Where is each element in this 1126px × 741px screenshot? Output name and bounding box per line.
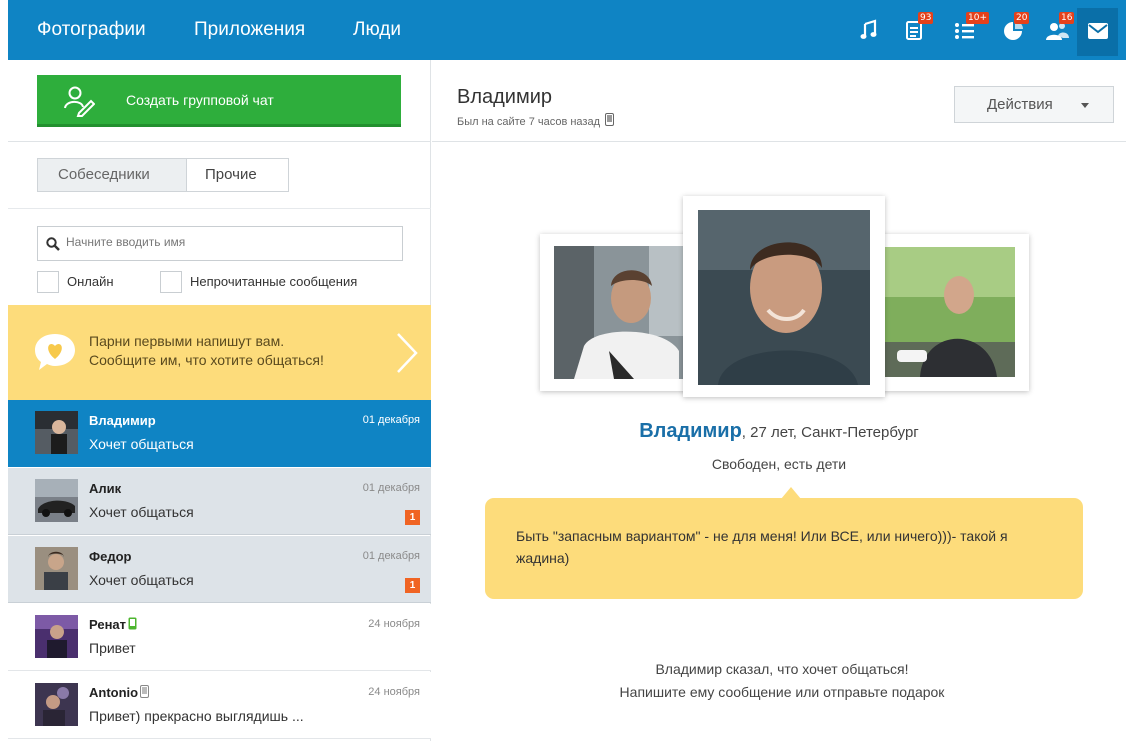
unread-filter-label: Непрочитанные сообщения <box>190 274 358 289</box>
search-icon <box>46 237 60 251</box>
conversation-tabs: Собеседники Прочие <box>37 158 289 192</box>
conversation-row[interactable]: Владимир 01 декабря Хочет общаться <box>8 400 431 467</box>
last-seen-text: Был на сайте 7 часов назад <box>457 113 615 128</box>
profile-photo-left[interactable] <box>540 234 692 391</box>
actions-dropdown[interactable]: Действия <box>954 86 1114 123</box>
feed-badge: 93 <box>918 12 934 24</box>
conversation-date: 24 ноября <box>368 686 420 698</box>
conversation-preview: Привет) прекрасно выглядишь ... <box>89 708 304 724</box>
contact-name: Antonio <box>89 685 150 700</box>
conversation-row[interactable]: Antonio 24 ноября Привет) прекрасно выгл… <box>8 672 431 739</box>
top-navigation-bar: Фотографии Приложения Люди 93 10+ 20 16 <box>8 0 1126 60</box>
contact-name: Федор <box>89 549 132 564</box>
bubble-pointer <box>781 487 801 499</box>
contact-name: Владимир <box>89 413 156 428</box>
create-group-chat-button[interactable]: Создать групповой чат <box>37 75 401 127</box>
online-filter-checkbox[interactable] <box>37 271 59 293</box>
avatar <box>35 479 78 522</box>
chat-header: Владимир Был на сайте 7 часов назад Дейс… <box>432 60 1126 142</box>
conversation-preview: Хочет общаться <box>89 572 194 588</box>
conversation-date: 24 ноября <box>368 618 420 630</box>
messages-nav-button[interactable] <box>1077 8 1118 56</box>
mobile-offline-icon <box>605 113 615 126</box>
conversation-row[interactable]: Алик 01 декабря Хочет общаться 1 <box>8 468 431 535</box>
avatar <box>35 683 78 726</box>
guests-icon[interactable]: 16 <box>1046 12 1075 42</box>
divider <box>8 208 431 209</box>
chevron-right-icon[interactable] <box>395 332 419 374</box>
conversation-date: 01 декабря <box>362 482 420 494</box>
heart-bubble-icon <box>35 334 75 370</box>
name-search-input[interactable] <box>66 235 386 249</box>
create-group-chat-label: Создать групповой чат <box>126 92 274 108</box>
discussions-icon[interactable]: 20 <box>1001 12 1030 42</box>
discussions-badge: 20 <box>1014 12 1030 24</box>
nav-link-people[interactable]: Люди <box>353 19 401 41</box>
name-search-box <box>37 226 403 261</box>
guests-badge: 16 <box>1059 12 1075 24</box>
divider <box>8 141 431 142</box>
online-filter-label: Онлайн <box>67 274 114 289</box>
profile-quote-bubble: Быть "запасным вариантом" - не для меня!… <box>485 487 1083 599</box>
relationship-status: Свободен, есть дети <box>711 456 847 472</box>
envelope-icon <box>1088 23 1108 39</box>
conversation-row[interactable]: Федор 01 декабря Хочет общаться 1 <box>8 536 431 603</box>
mobile-online-icon <box>128 617 137 630</box>
tab-other[interactable]: Прочие <box>187 159 288 191</box>
promo-line-1: Парни первыми напишут вам. <box>89 333 285 349</box>
events-badge: 10+ <box>966 12 989 24</box>
conversations-sidebar: Создать групповой чат Собеседники Прочие… <box>8 60 431 741</box>
music-icon[interactable] <box>860 18 878 42</box>
nav-link-photos[interactable]: Фотографии <box>37 19 146 41</box>
unread-count-badge: 1 <box>405 578 420 593</box>
unread-count-badge: 1 <box>405 510 420 525</box>
conversation-preview: Хочет общаться <box>89 504 194 520</box>
promo-banner[interactable]: Парни первыми напишут вам. Сообщите им, … <box>8 305 431 400</box>
conversation-row[interactable]: Ренат 24 ноября Привет <box>8 604 431 671</box>
promo-text: Парни первыми напишут вам. Сообщите им, … <box>89 332 324 370</box>
notice-line-1: Владимир сказал, что хочет общаться! <box>655 661 909 677</box>
feed-icon[interactable]: 93 <box>905 12 934 42</box>
chat-contact-name[interactable]: Владимир <box>457 86 552 109</box>
mobile-offline-icon <box>140 685 150 698</box>
contact-name: Алик <box>89 481 122 496</box>
nav-link-apps[interactable]: Приложения <box>194 19 305 41</box>
profile-photo-main[interactable] <box>683 196 885 397</box>
conversation-date: 01 декабря <box>362 550 420 562</box>
actions-label: Действия <box>987 96 1053 113</box>
notice-line-2: Напишите ему сообщение или отправьте под… <box>619 684 945 700</box>
conversation-preview: Хочет общаться <box>89 436 194 452</box>
profile-summary: Владимир, 27 лет, Санкт-Петербург <box>432 420 1126 443</box>
tab-contacts[interactable]: Собеседники <box>38 159 187 191</box>
events-icon[interactable]: 10+ <box>953 12 989 42</box>
profile-name[interactable]: Владимир <box>639 420 742 442</box>
avatar <box>35 615 78 658</box>
avatar <box>35 411 78 454</box>
profile-photo-right[interactable] <box>869 234 1029 391</box>
caret-down-icon <box>1081 103 1089 108</box>
conversation-preview: Привет <box>89 640 136 656</box>
conversation-date: 01 декабря <box>362 414 420 426</box>
group-chat-icon <box>64 86 95 117</box>
chat-invite-notice: Владимир сказал, что хочет общаться! Нап… <box>432 658 1126 704</box>
contact-name: Ренат <box>89 617 137 632</box>
promo-line-2: Сообщите им, что хотите общаться! <box>89 352 324 368</box>
avatar <box>35 547 78 590</box>
profile-quote-text: Быть "запасным вариантом" - не для меня!… <box>516 528 1008 566</box>
profile-details: , 27 лет, Санкт-Петербург <box>741 424 919 441</box>
unread-filter-checkbox[interactable] <box>160 271 182 293</box>
